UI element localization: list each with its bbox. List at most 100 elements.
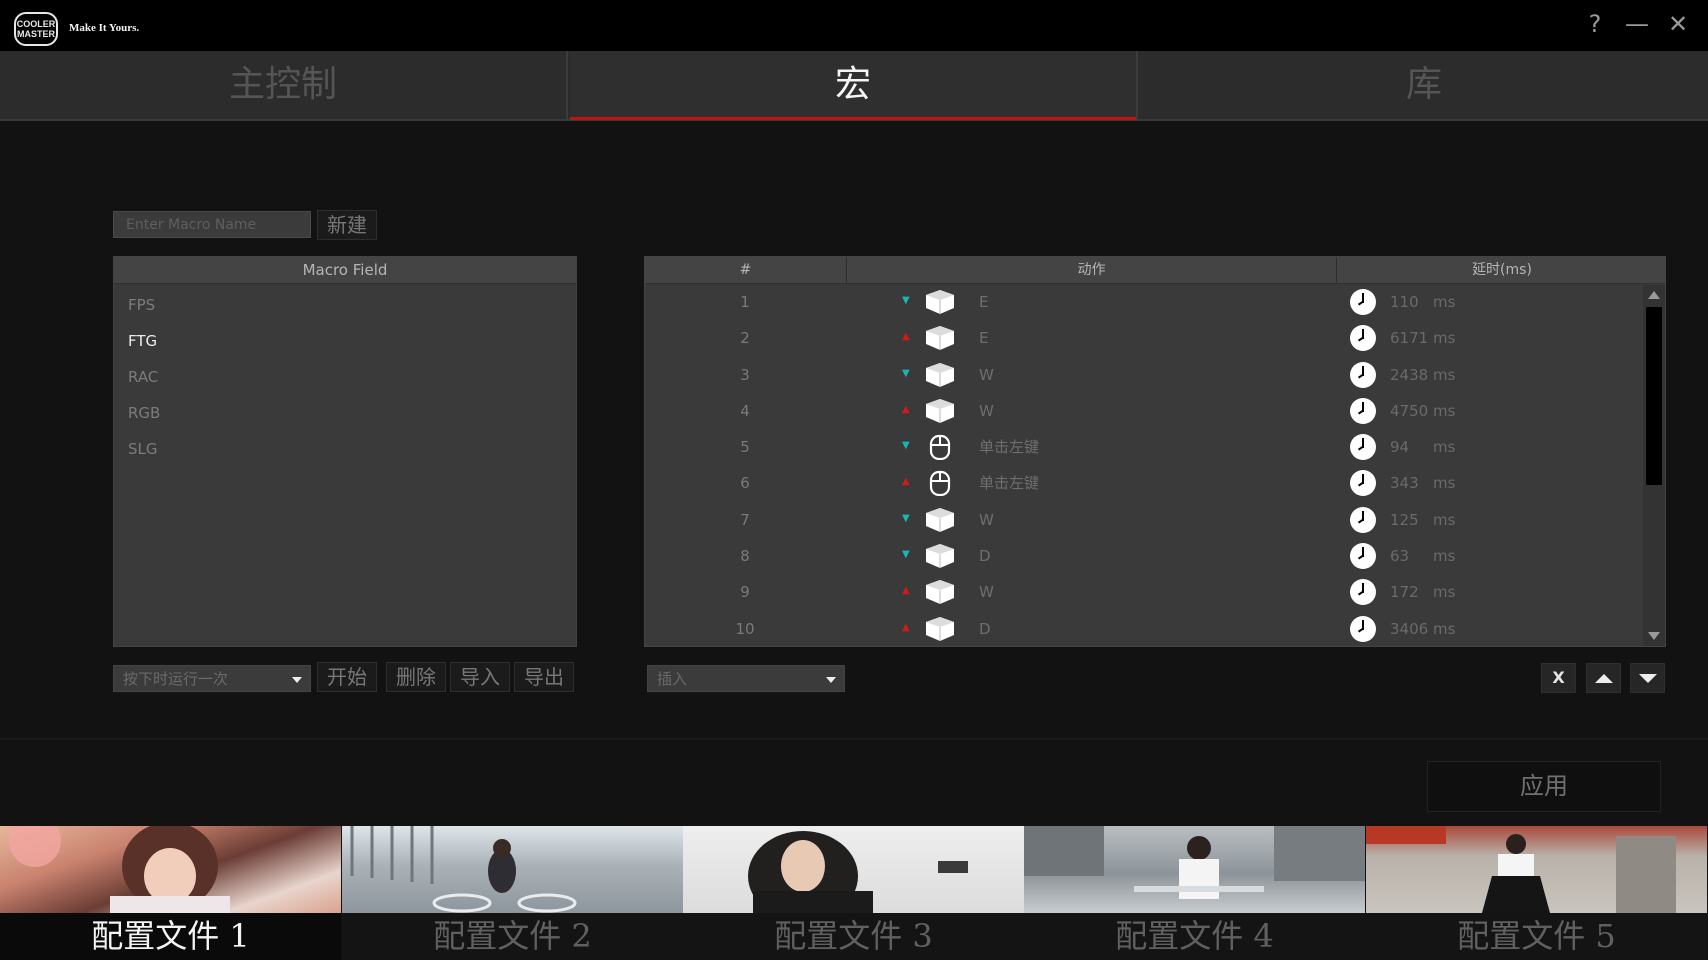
keyboard-key-icon (925, 362, 955, 388)
profile-5[interactable]: 配置文件 5 (1366, 826, 1708, 960)
move-down-button[interactable] (1630, 663, 1665, 693)
delay-value[interactable]: 172 (1390, 574, 1419, 610)
scrollbar[interactable] (1643, 285, 1665, 646)
delay-value[interactable]: 3406 (1390, 611, 1428, 647)
close-button[interactable]: ✕ (1661, 10, 1695, 40)
profile-5-photo (1366, 826, 1707, 913)
profile-2[interactable]: 配置文件 2 (342, 826, 683, 960)
scroll-thumb[interactable] (1646, 307, 1662, 485)
row-index: 9 (740, 583, 750, 602)
profile-3-label: 配置文件 3 (683, 913, 1024, 960)
table-row[interactable]: 10 ▲ D 3406 ms (645, 611, 1665, 647)
apply-button[interactable]: 应用 (1427, 761, 1661, 812)
clock-icon[interactable] (1350, 579, 1376, 606)
action-key: W (979, 510, 994, 529)
delay-value[interactable]: 6171 (1390, 320, 1428, 356)
delay-value[interactable]: 4750 (1390, 393, 1428, 429)
row-index: 3 (740, 365, 750, 384)
action-key: D (979, 547, 991, 566)
delay-unit: ms (1433, 474, 1456, 493)
delay-value[interactable]: 125 (1390, 502, 1419, 538)
delay-unit: ms (1433, 438, 1456, 457)
arrow-up-icon (1594, 674, 1613, 683)
action-key: W (979, 401, 994, 420)
clock-icon[interactable] (1350, 397, 1376, 424)
scroll-up-icon[interactable] (1648, 291, 1660, 299)
keyboard-key-icon (925, 543, 955, 569)
action-key: W (979, 583, 994, 602)
row-index: 2 (740, 329, 750, 348)
delay-unit: ms (1433, 510, 1456, 529)
clock-icon[interactable] (1350, 543, 1376, 570)
clock-icon[interactable] (1350, 470, 1376, 497)
import-button[interactable]: 导入 (450, 662, 510, 692)
macro-name-input[interactable] (113, 211, 311, 238)
delay-value[interactable]: 2438 (1390, 357, 1428, 393)
table-row[interactable]: 8 ▼ D 63 ms (645, 538, 1665, 574)
delay-unit: ms (1433, 583, 1456, 602)
start-button[interactable]: 开始 (317, 662, 377, 692)
macro-item-slg[interactable]: SLG (114, 431, 576, 467)
cooler-master-logo: COOLER MASTER (14, 12, 58, 46)
clock-icon[interactable] (1350, 434, 1376, 461)
divider (0, 738, 1708, 740)
main-tabs: 主控制 宏 库 (0, 51, 1708, 121)
clock-icon[interactable] (1350, 361, 1376, 388)
row-index: 1 (740, 293, 750, 311)
macro-item-ftg[interactable]: FTG (114, 323, 576, 359)
tab-library[interactable]: 库 (1140, 51, 1708, 119)
profile-4-photo (1024, 826, 1365, 913)
profile-3[interactable]: 配置文件 3 (683, 826, 1024, 960)
move-up-button[interactable] (1586, 663, 1621, 693)
action-table: # 动作 延时(ms) 1 ▼ E 110 ms 2 ▲ E 6171 ms 3 ▼ W 2438 ms 4 ▲… (644, 256, 1666, 647)
delay-unit: ms (1433, 365, 1456, 384)
table-row[interactable]: 3 ▼ W 2438 ms (645, 357, 1665, 393)
delay-value[interactable]: 110 (1390, 284, 1419, 320)
profile-1[interactable]: 配置文件 1 (0, 826, 341, 960)
scroll-down-icon[interactable] (1648, 632, 1660, 640)
delete-button[interactable]: 删除 (386, 662, 446, 692)
clock-icon[interactable] (1350, 325, 1376, 352)
run-mode-select[interactable]: 按下时运行一次 (113, 665, 311, 692)
clock-icon[interactable] (1350, 506, 1376, 533)
help-button[interactable]: ? (1578, 10, 1612, 40)
export-button[interactable]: 导出 (514, 662, 574, 692)
table-row[interactable]: 5 ▼ 单击左键 94 ms (645, 429, 1665, 465)
table-row[interactable]: 6 ▲ 单击左键 343 ms (645, 465, 1665, 501)
tab-macro[interactable]: 宏 (570, 51, 1138, 120)
profile-2-photo (342, 826, 683, 913)
minimize-button[interactable]: — (1620, 10, 1654, 40)
delay-value[interactable]: 94 (1390, 429, 1409, 465)
action-key: D (979, 619, 991, 638)
profile-5-label: 配置文件 5 (1366, 913, 1707, 960)
key-up-icon: ▲ (902, 621, 910, 633)
table-row[interactable]: 1 ▼ E 110 ms (645, 284, 1665, 320)
chevron-down-icon (292, 677, 302, 683)
table-row[interactable]: 4 ▲ W 4750 ms (645, 393, 1665, 429)
remove-action-button[interactable]: X (1541, 663, 1576, 693)
keyboard-key-icon (925, 289, 955, 315)
macro-item-fps[interactable]: FPS (114, 287, 576, 323)
delay-value[interactable]: 343 (1390, 465, 1419, 501)
profile-4[interactable]: 配置文件 4 (1024, 826, 1365, 960)
profile-4-label: 配置文件 4 (1024, 913, 1365, 960)
keyboard-key-icon (925, 325, 955, 351)
keyboard-key-icon (925, 616, 955, 642)
action-key: 单击左键 (979, 474, 1040, 493)
table-row[interactable]: 9 ▲ W 172 ms (645, 574, 1665, 610)
delay-value[interactable]: 63 (1390, 538, 1409, 574)
clock-icon[interactable] (1350, 615, 1376, 642)
new-macro-button[interactable]: 新建 (317, 210, 377, 240)
macro-item-rgb[interactable]: RGB (114, 395, 576, 431)
insert-mode-select[interactable]: 插入 (647, 665, 845, 692)
table-row[interactable]: 7 ▼ W 125 ms (645, 502, 1665, 538)
macro-item-rac[interactable]: RAC (114, 359, 576, 395)
clock-icon[interactable] (1350, 289, 1376, 315)
table-row[interactable]: 2 ▲ E 6171 ms (645, 320, 1665, 356)
tab-main-control[interactable]: 主控制 (0, 51, 568, 119)
action-key: 单击左键 (979, 438, 1040, 457)
delay-unit: ms (1433, 547, 1456, 566)
tagline: Make It Yours. (69, 22, 140, 34)
macro-field-panel: Macro Field FPS FTG RAC RGB SLG (113, 256, 577, 647)
key-down-icon: ▼ (902, 367, 910, 379)
